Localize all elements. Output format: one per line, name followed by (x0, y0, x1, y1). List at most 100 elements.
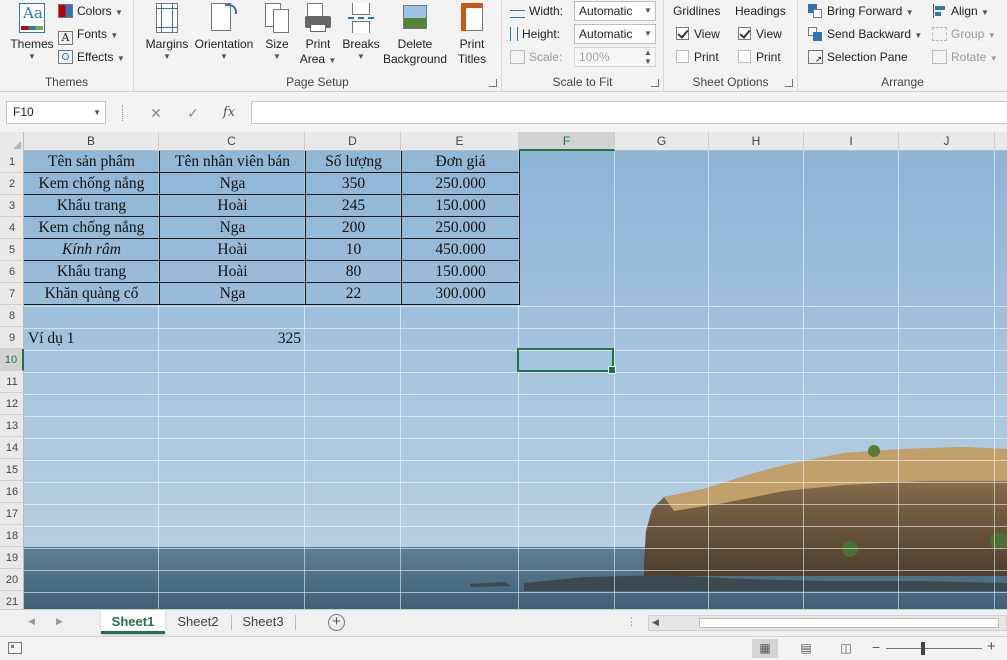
headings-view-checkbox[interactable]: View (738, 24, 782, 44)
table-cell[interactable]: 250.000 (401, 216, 520, 239)
print-titles-button[interactable]: Print Titles (452, 2, 492, 67)
column-header-g[interactable]: G (615, 132, 709, 151)
table-cell[interactable]: Nga (159, 216, 306, 239)
scrollbar-thumb[interactable] (699, 618, 999, 628)
table-cell[interactable]: Kính râm (23, 238, 160, 261)
rotate-button[interactable]: Rotate ▼ (932, 47, 998, 67)
table-cell[interactable]: Hoài (159, 238, 306, 261)
width-dropdown[interactable]: Automatic ▼ (574, 1, 656, 21)
row-header[interactable]: 14 (0, 437, 24, 459)
table-cell[interactable]: 245 (305, 194, 402, 217)
gridlines-print-checkbox[interactable]: Print (676, 47, 719, 67)
header-cell[interactable]: Tên sản phẩm (23, 150, 160, 173)
header-cell[interactable]: Đơn giá (401, 150, 520, 173)
sheet-tab-sheet1[interactable]: Sheet1 (101, 610, 165, 634)
headings-print-checkbox[interactable]: Print (738, 47, 781, 67)
resize-handle[interactable] (122, 105, 124, 121)
zoom-slider[interactable] (886, 648, 982, 649)
table-cell[interactable]: 10 (305, 238, 402, 261)
row-header[interactable]: 2 (0, 173, 24, 195)
table-cell[interactable]: Khẩu trang (23, 260, 160, 283)
page-layout-view-icon[interactable]: ▤ (793, 639, 819, 658)
effects-button[interactable]: Effects ▼ (58, 47, 125, 67)
column-header-i[interactable]: I (804, 132, 899, 151)
row-header[interactable]: 19 (0, 547, 24, 569)
example-value-cell[interactable]: 325 (160, 328, 301, 350)
send-backward-button[interactable]: Send Backward ▼ (808, 24, 922, 44)
breaks-button[interactable]: Breaks ▼ (340, 2, 382, 62)
sheet-tab-sheet3[interactable]: Sheet3 (233, 610, 293, 634)
colors-button[interactable]: Colors ▼ (58, 1, 123, 21)
table-cell[interactable]: 250.000 (401, 172, 520, 195)
header-cell[interactable]: Số lượng (305, 150, 402, 173)
splitter-handle-icon[interactable]: ⋮ (626, 615, 637, 628)
height-dropdown[interactable]: Automatic ▼ (574, 24, 656, 44)
sheet-tab-sheet2[interactable]: Sheet2 (167, 610, 229, 634)
column-header-c[interactable]: C (159, 132, 305, 151)
row-header[interactable]: 5 (0, 239, 24, 261)
column-header-f[interactable]: F (519, 132, 615, 151)
scale-to-fit-launcher-icon[interactable] (651, 79, 659, 87)
normal-view-icon[interactable]: ▦ (752, 639, 778, 658)
table-cell[interactable]: 300.000 (401, 282, 520, 305)
group-button[interactable]: Group ▼ (932, 24, 996, 44)
table-cell[interactable]: 80 (305, 260, 402, 283)
table-cell[interactable]: Nga (159, 282, 306, 305)
table-cell[interactable]: Khẩu trang (23, 194, 160, 217)
active-cell-f10[interactable] (517, 348, 616, 374)
row-header[interactable]: 16 (0, 481, 24, 503)
horizontal-scrollbar[interactable]: ◀ (648, 615, 1007, 631)
table-cell[interactable]: 200 (305, 216, 402, 239)
margins-button[interactable]: Margins ▼ (144, 2, 190, 62)
table-cell[interactable]: 350 (305, 172, 402, 195)
row-header[interactable]: 15 (0, 459, 24, 481)
row-header[interactable]: 17 (0, 503, 24, 525)
name-box[interactable]: F10 ▼ (6, 101, 106, 124)
formula-input[interactable] (251, 101, 1007, 124)
gridlines-view-checkbox[interactable]: View (676, 24, 720, 44)
row-header[interactable]: 1 (0, 151, 24, 173)
table-cell[interactable]: Hoài (159, 194, 306, 217)
row-header[interactable]: 7 (0, 283, 24, 305)
scroll-left-icon[interactable]: ◀ (652, 617, 659, 628)
row-header[interactable]: 8 (0, 305, 24, 327)
align-button[interactable]: Align ▼ (932, 1, 989, 21)
row-header[interactable]: 21 (0, 591, 24, 609)
page-break-preview-icon[interactable]: ◫ (833, 639, 859, 658)
zoom-slider-thumb[interactable] (921, 642, 925, 655)
table-cell[interactable]: 22 (305, 282, 402, 305)
add-sheet-icon[interactable]: + (328, 614, 345, 631)
row-header[interactable]: 9 (0, 327, 24, 349)
row-header[interactable]: 18 (0, 525, 24, 547)
example-label-cell[interactable]: Ví dụ 1 (28, 328, 75, 350)
page-setup-launcher-icon[interactable] (489, 79, 497, 87)
scroll-tabs-left-icon[interactable]: ◀ (28, 616, 35, 627)
themes-button[interactable]: Aa Themes ▼ (6, 2, 58, 62)
delete-background-button[interactable]: Delete Background (382, 2, 448, 67)
sheet-options-launcher-icon[interactable] (785, 79, 793, 87)
column-header-j[interactable]: J (899, 132, 995, 151)
fonts-button[interactable]: A Fonts ▼ (58, 24, 118, 45)
header-cell[interactable]: Tên nhân viên bán (159, 150, 306, 173)
table-cell[interactable]: Hoài (159, 260, 306, 283)
column-header-d[interactable]: D (305, 132, 401, 151)
row-header[interactable]: 6 (0, 261, 24, 283)
row-header[interactable]: 3 (0, 195, 24, 217)
insert-function-button[interactable]: fx (218, 103, 240, 123)
row-header[interactable]: 11 (0, 371, 24, 393)
print-area-button[interactable]: Print Area ▼ (298, 2, 338, 68)
selection-pane-button[interactable]: ➚ Selection Pane (808, 47, 908, 67)
zoom-in-icon[interactable]: + (987, 638, 996, 655)
table-cell[interactable]: Khăn quàng cổ (23, 282, 160, 305)
worksheet-grid[interactable]: Tên sản phẩm Tên nhân viên bán Số lượng … (0, 132, 1007, 609)
scroll-tabs-right-icon[interactable]: ▶ (56, 616, 63, 627)
bring-forward-button[interactable]: Bring Forward ▼ (808, 1, 914, 21)
row-header[interactable]: 20 (0, 569, 24, 591)
zoom-out-icon[interactable]: − (872, 639, 880, 655)
row-header[interactable]: 4 (0, 217, 24, 239)
column-header-e[interactable]: E (401, 132, 519, 151)
table-cell[interactable]: 450.000 (401, 238, 520, 261)
macro-recording-icon[interactable] (8, 642, 22, 654)
table-cell[interactable]: Kem chống nắng (23, 172, 160, 195)
size-button[interactable]: Size ▼ (258, 2, 296, 62)
